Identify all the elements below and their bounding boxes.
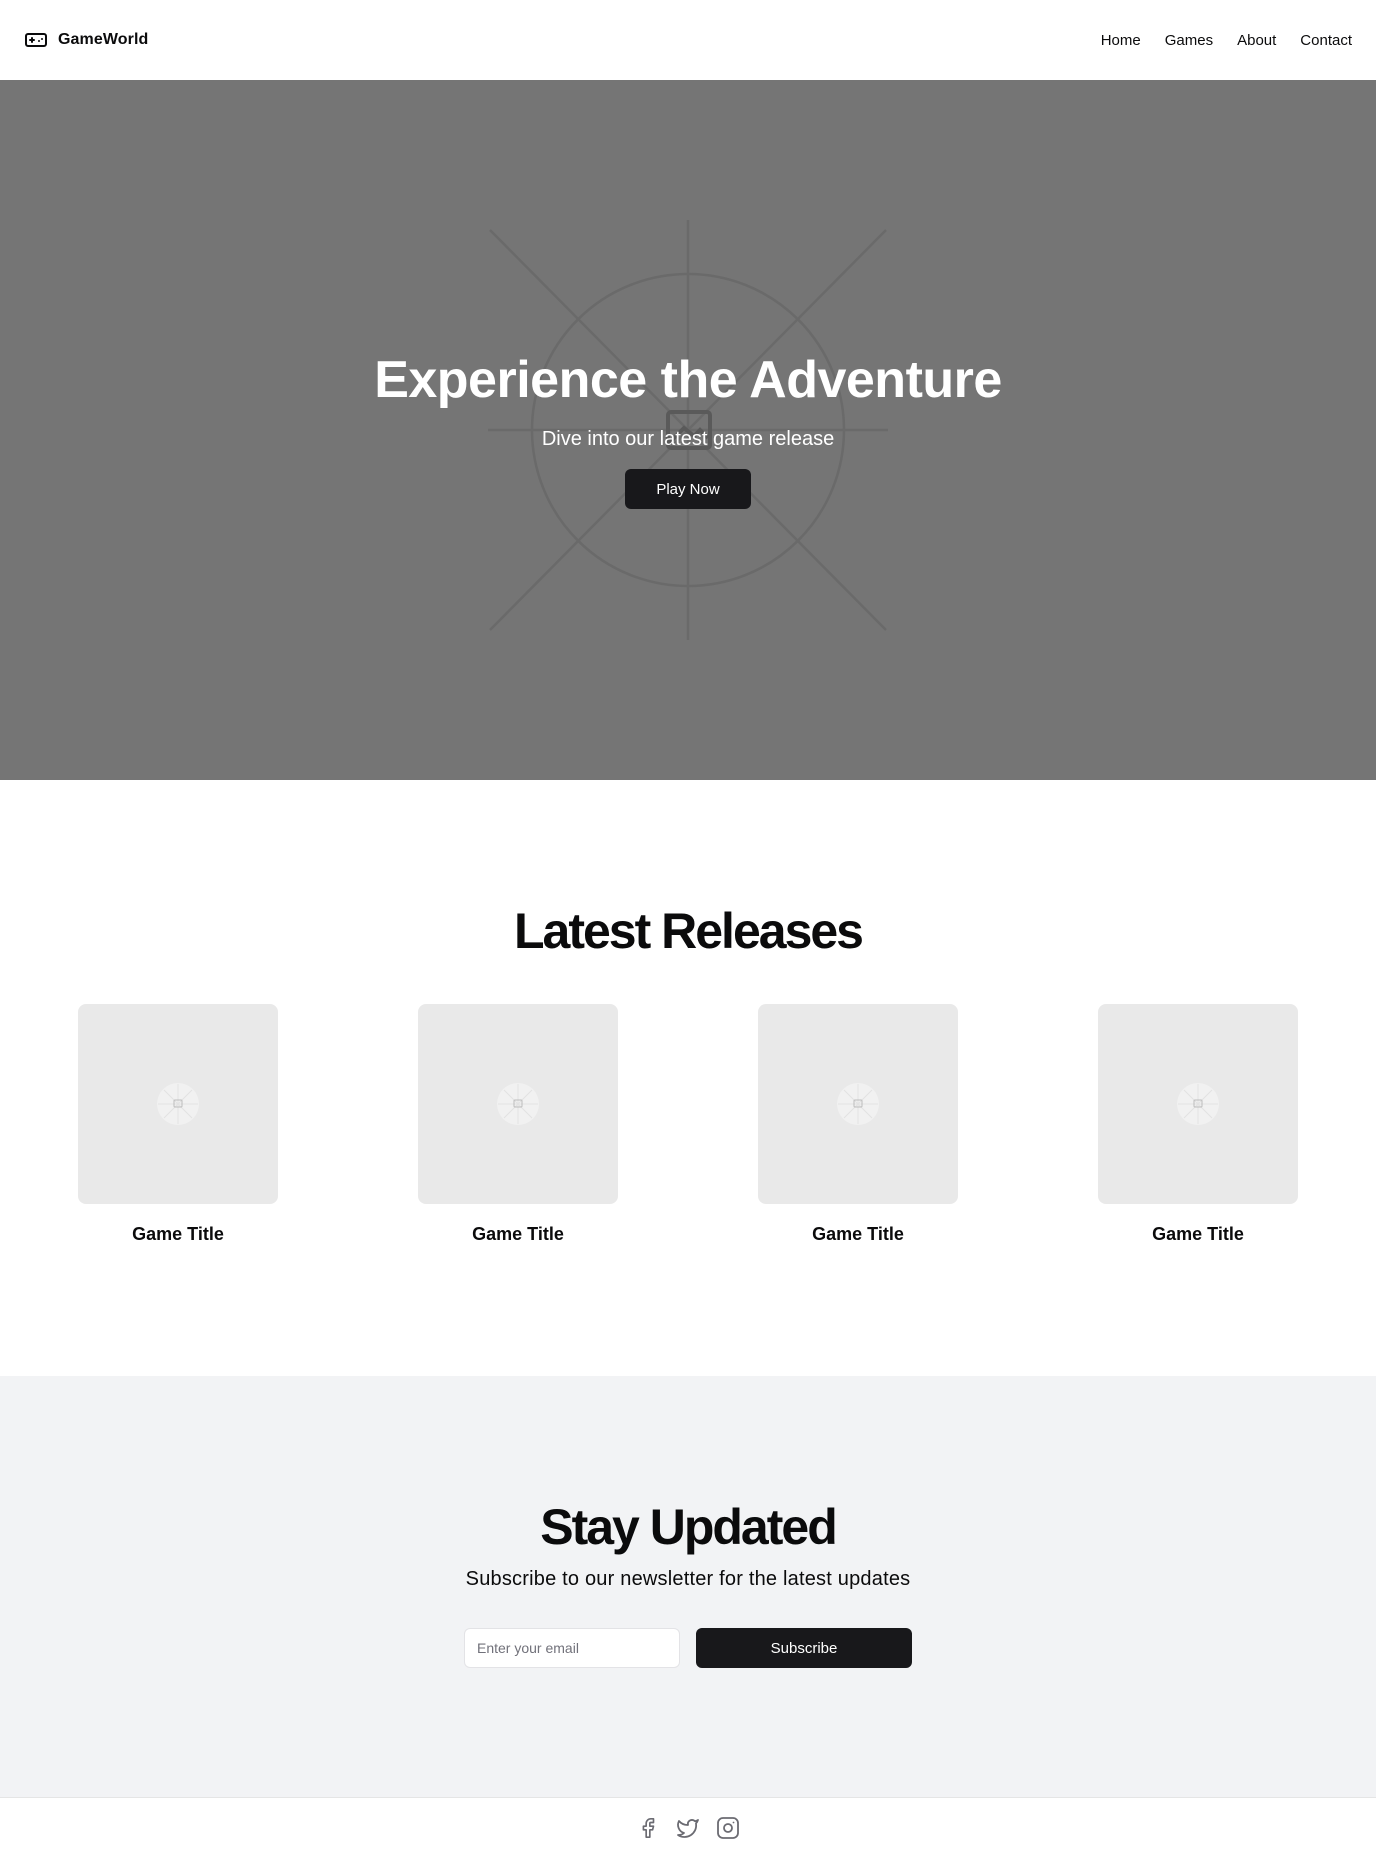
hero-title: Experience the Adventure bbox=[374, 351, 1002, 409]
newsletter-title: Stay Updated bbox=[540, 1499, 838, 1555]
newsletter-section: Stay Updated Subscribe to our newsletter… bbox=[0, 1376, 1376, 1797]
nav-about[interactable]: About bbox=[1237, 32, 1276, 49]
brand-name: GameWorld bbox=[58, 31, 149, 48]
hero-subtitle: Dive into our latest game release bbox=[541, 428, 835, 450]
game-card[interactable]: Game Title bbox=[1098, 1004, 1298, 1245]
subscribe-button[interactable]: Subscribe bbox=[696, 1628, 912, 1668]
nav-contact[interactable]: Contact bbox=[1300, 32, 1352, 49]
game-card-image bbox=[78, 1004, 278, 1204]
game-card-image bbox=[418, 1004, 618, 1204]
game-card[interactable]: Game Title bbox=[758, 1004, 958, 1245]
image-placeholder-icon bbox=[497, 1083, 539, 1125]
site-footer bbox=[0, 1797, 1376, 1876]
game-card-title: Game Title bbox=[132, 1224, 224, 1244]
releases-title: Latest Releases bbox=[513, 903, 864, 959]
nav-home[interactable]: Home bbox=[1101, 32, 1141, 49]
email-field[interactable] bbox=[464, 1628, 680, 1668]
game-card[interactable]: Game Title bbox=[78, 1004, 278, 1245]
image-placeholder-icon bbox=[837, 1083, 879, 1125]
image-placeholder-icon bbox=[157, 1083, 199, 1125]
game-card-title: Game Title bbox=[1152, 1224, 1244, 1244]
hero-content: Experience the Adventure Dive into our l… bbox=[0, 80, 1376, 780]
nav-games[interactable]: Games bbox=[1165, 32, 1213, 49]
game-card-image bbox=[1098, 1004, 1298, 1204]
game-card-image bbox=[758, 1004, 958, 1204]
brand[interactable]: GameWorld bbox=[24, 28, 148, 52]
site-header: GameWorld Home Games About Contact bbox=[0, 0, 1376, 80]
game-card[interactable]: Game Title bbox=[418, 1004, 618, 1245]
game-card-title: Game Title bbox=[472, 1224, 564, 1244]
play-now-button[interactable]: Play Now bbox=[625, 469, 751, 509]
game-card-list: Game Title Game Title Game Title Game Ti… bbox=[0, 1004, 1376, 1264]
main-nav: Home Games About Contact bbox=[1101, 32, 1352, 49]
newsletter-form: Subscribe bbox=[464, 1628, 912, 1668]
twitter-icon[interactable] bbox=[676, 1816, 700, 1840]
gamepad-icon bbox=[24, 28, 48, 52]
image-placeholder-icon bbox=[1177, 1083, 1219, 1125]
game-card-title: Game Title bbox=[812, 1224, 904, 1244]
hero-section: Experience the Adventure Dive into our l… bbox=[0, 80, 1376, 780]
newsletter-subtitle: Subscribe to our newsletter for the late… bbox=[465, 1568, 911, 1590]
instagram-icon[interactable] bbox=[716, 1816, 740, 1840]
facebook-icon[interactable] bbox=[636, 1816, 660, 1840]
latest-releases-section: Latest Releases Game Title Game Title Ga… bbox=[0, 780, 1376, 1376]
